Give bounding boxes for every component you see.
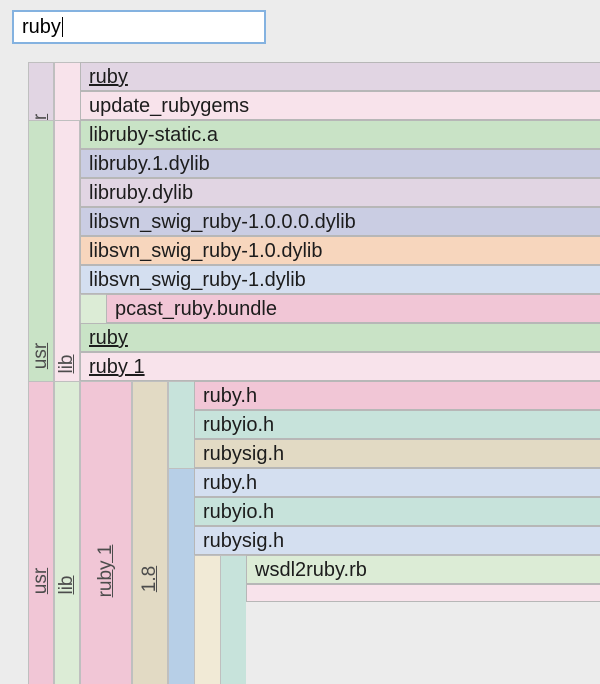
text-caret xyxy=(62,17,63,37)
result-row[interactable]: rubysig.h xyxy=(194,439,600,468)
path-col[interactable] xyxy=(168,468,194,684)
path-col-ruby1[interactable]: ruby 1 xyxy=(80,381,132,684)
path-col-lib[interactable]: lib xyxy=(54,381,80,684)
result-row[interactable]: libsvn_swig_ruby-1.0.0.0.dylib xyxy=(80,207,600,236)
path-col[interactable] xyxy=(168,381,194,468)
result-row[interactable]: pcast_ruby.bundle xyxy=(106,294,600,323)
result-row[interactable]: libruby-static.a xyxy=(80,120,600,149)
search-field[interactable] xyxy=(12,10,266,44)
path-label: lib xyxy=(56,575,78,594)
path-label: usr xyxy=(30,568,52,594)
path-col[interactable] xyxy=(220,555,246,684)
path-col-usr[interactable]: usr xyxy=(28,381,54,684)
path-col[interactable] xyxy=(194,555,220,684)
result-row[interactable]: ruby 1 xyxy=(80,352,600,381)
result-row[interactable]: libruby.dylib xyxy=(80,178,600,207)
path-label: ruby 1 xyxy=(95,545,117,598)
result-row[interactable]: rubyio.h xyxy=(194,497,600,526)
result-row[interactable]: libruby.1.dylib xyxy=(80,149,600,178)
result-row[interactable]: ruby.h xyxy=(194,381,600,410)
path-label: lib xyxy=(56,354,78,373)
result-row[interactable]: ruby.h xyxy=(194,468,600,497)
path-label: 1.8 xyxy=(139,566,161,592)
result-row[interactable]: libsvn_swig_ruby-1.dylib xyxy=(80,265,600,294)
result-row[interactable]: libsvn_swig_ruby-1.0.dylib xyxy=(80,236,600,265)
path-col-1-8[interactable]: 1.8 xyxy=(132,381,168,684)
result-row[interactable]: wsdl2ruby.rb xyxy=(246,555,600,584)
result-row[interactable] xyxy=(246,584,600,602)
path-label: usr xyxy=(30,343,52,369)
result-row[interactable]: ruby xyxy=(80,62,600,91)
result-row[interactable]: rubyio.h xyxy=(194,410,600,439)
search-input[interactable] xyxy=(12,10,266,44)
result-row[interactable]: rubysig.h xyxy=(194,526,600,555)
result-row[interactable]: ruby xyxy=(80,323,600,352)
result-row[interactable]: update_rubygems xyxy=(80,91,600,120)
path-col[interactable] xyxy=(80,294,106,323)
